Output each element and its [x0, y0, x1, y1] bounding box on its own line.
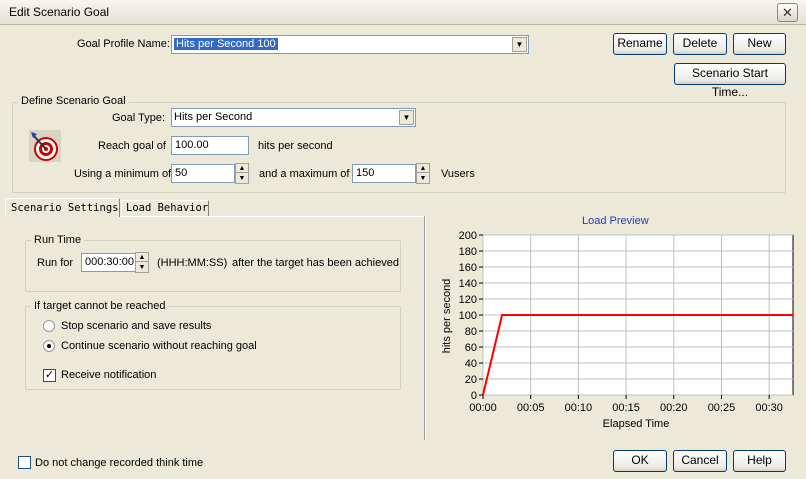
goal-type-combo[interactable]: Hits per Second ▼ [171, 108, 416, 127]
max-vusers-input[interactable]: 150 [352, 164, 416, 183]
tab-load-behavior[interactable]: Load Behavior [121, 200, 209, 216]
reach-goal-unit: hits per second [258, 140, 333, 152]
chevron-down-icon[interactable]: ▼ [512, 37, 527, 52]
receive-notification-label: Receive notification [61, 369, 157, 381]
rename-button[interactable]: Rename [613, 33, 667, 55]
goal-profile-label: Goal Profile Name: [77, 38, 170, 50]
load-preview-chart: 0 20 40 60 80 100 120 140 160 180 200 00:00 00:05 00:… [436, 226, 796, 434]
tab-scenario-settings-label: Scenario Settings [11, 202, 119, 214]
y-tick-label: 100 [459, 310, 477, 322]
reach-goal-label: Reach goal of [98, 140, 166, 152]
goal-type-value: Hits per Second [174, 111, 253, 123]
close-icon: ✕ [782, 5, 793, 20]
y-tick-label: 80 [465, 326, 477, 338]
x-tick-label: 00:15 [612, 402, 640, 414]
define-goal-title: Define Scenario Goal [18, 95, 129, 107]
y-tick-label: 40 [465, 358, 477, 370]
chevron-up-icon[interactable]: ▲ [417, 164, 429, 173]
tab-page-top-edge [120, 216, 426, 217]
delete-button[interactable]: Delete [673, 33, 727, 55]
chevron-up-icon[interactable]: ▲ [236, 164, 248, 173]
window-title: Edit Scenario Goal [9, 5, 110, 19]
run-for-input[interactable]: 000:30:00 [81, 253, 136, 272]
x-tick-label: 00:25 [708, 402, 736, 414]
tab-load-behavior-label: Load Behavior [126, 202, 209, 214]
min-vusers-spinner[interactable]: ▲ ▼ [235, 163, 249, 184]
unreached-title: If target cannot be reached [31, 300, 169, 312]
run-for-after-label: after the target has been achieved [232, 257, 399, 269]
chevron-down-icon[interactable]: ▼ [236, 174, 248, 183]
max-vusers-spinner[interactable]: ▲ ▼ [416, 163, 430, 184]
cancel-button[interactable]: Cancel [673, 450, 727, 472]
stop-scenario-label: Stop scenario and save results [61, 320, 212, 332]
min-vusers-label: Using a minimum of [74, 168, 172, 180]
x-tick-label: 00:30 [755, 402, 783, 414]
goal-profile-value: Hits per Second 100 [174, 38, 278, 50]
continue-scenario-radio[interactable] [43, 340, 55, 352]
x-tick-label: 00:10 [565, 402, 593, 414]
y-tick-label: 200 [459, 230, 477, 242]
chevron-down-icon[interactable]: ▼ [417, 174, 429, 183]
min-vusers-input[interactable]: 50 [171, 164, 235, 183]
chevron-up-icon[interactable]: ▲ [136, 253, 148, 262]
y-tick-label: 0 [471, 390, 477, 402]
goal-type-label: Goal Type: [112, 112, 165, 124]
tab-page-right-edge [424, 216, 426, 440]
x-axis-label: Elapsed Time [603, 418, 670, 430]
x-tick-label: 00:05 [517, 402, 545, 414]
run-for-label: Run for [37, 257, 74, 269]
vusers-label: Vusers [441, 168, 475, 180]
stop-scenario-radio[interactable] [43, 320, 55, 332]
close-button[interactable]: ✕ [777, 3, 798, 22]
x-tick-label: 00:00 [469, 402, 497, 414]
chevron-down-icon[interactable]: ▼ [399, 110, 414, 125]
run-for-format: (HHH:MM:SS) [157, 257, 228, 269]
think-time-checkbox[interactable] [18, 456, 31, 469]
max-vusers-label: and a maximum of [259, 168, 350, 180]
reach-goal-input[interactable]: 100.00 [171, 136, 249, 155]
target-icon [29, 130, 61, 162]
goal-profile-combo[interactable]: Hits per Second 100 ▼ [171, 35, 529, 54]
y-axis-label: hits per second [441, 279, 453, 354]
scenario-start-time-button[interactable]: Scenario Start Time... [674, 63, 786, 99]
y-tick-label: 120 [459, 294, 477, 306]
receive-notification-checkbox[interactable]: ✓ [43, 369, 56, 382]
y-tick-label: 20 [465, 374, 477, 386]
ok-button[interactable]: OK [613, 450, 667, 472]
checkmark-icon: ✓ [44, 369, 55, 381]
help-button[interactable]: Help [733, 450, 786, 472]
title-bar: Edit Scenario Goal ✕ [0, 0, 806, 25]
run-time-title: Run Time [31, 234, 85, 246]
chevron-down-icon[interactable]: ▼ [136, 263, 148, 272]
run-for-spinner[interactable]: ▲ ▼ [135, 252, 149, 273]
y-tick-label: 140 [459, 278, 477, 290]
think-time-label: Do not change recorded think time [35, 457, 204, 469]
y-tick-label: 180 [459, 246, 477, 258]
y-tick-label: 160 [459, 262, 477, 274]
continue-scenario-label: Continue scenario without reaching goal [61, 340, 257, 352]
x-tick-label: 00:20 [660, 402, 688, 414]
load-preview-svg: 0 20 40 60 80 100 120 140 160 180 200 00:00 00:05 00:… [441, 230, 794, 430]
new-button[interactable]: New [733, 33, 786, 55]
y-tick-label: 60 [465, 342, 477, 354]
tab-scenario-settings[interactable]: Scenario Settings [5, 198, 120, 217]
